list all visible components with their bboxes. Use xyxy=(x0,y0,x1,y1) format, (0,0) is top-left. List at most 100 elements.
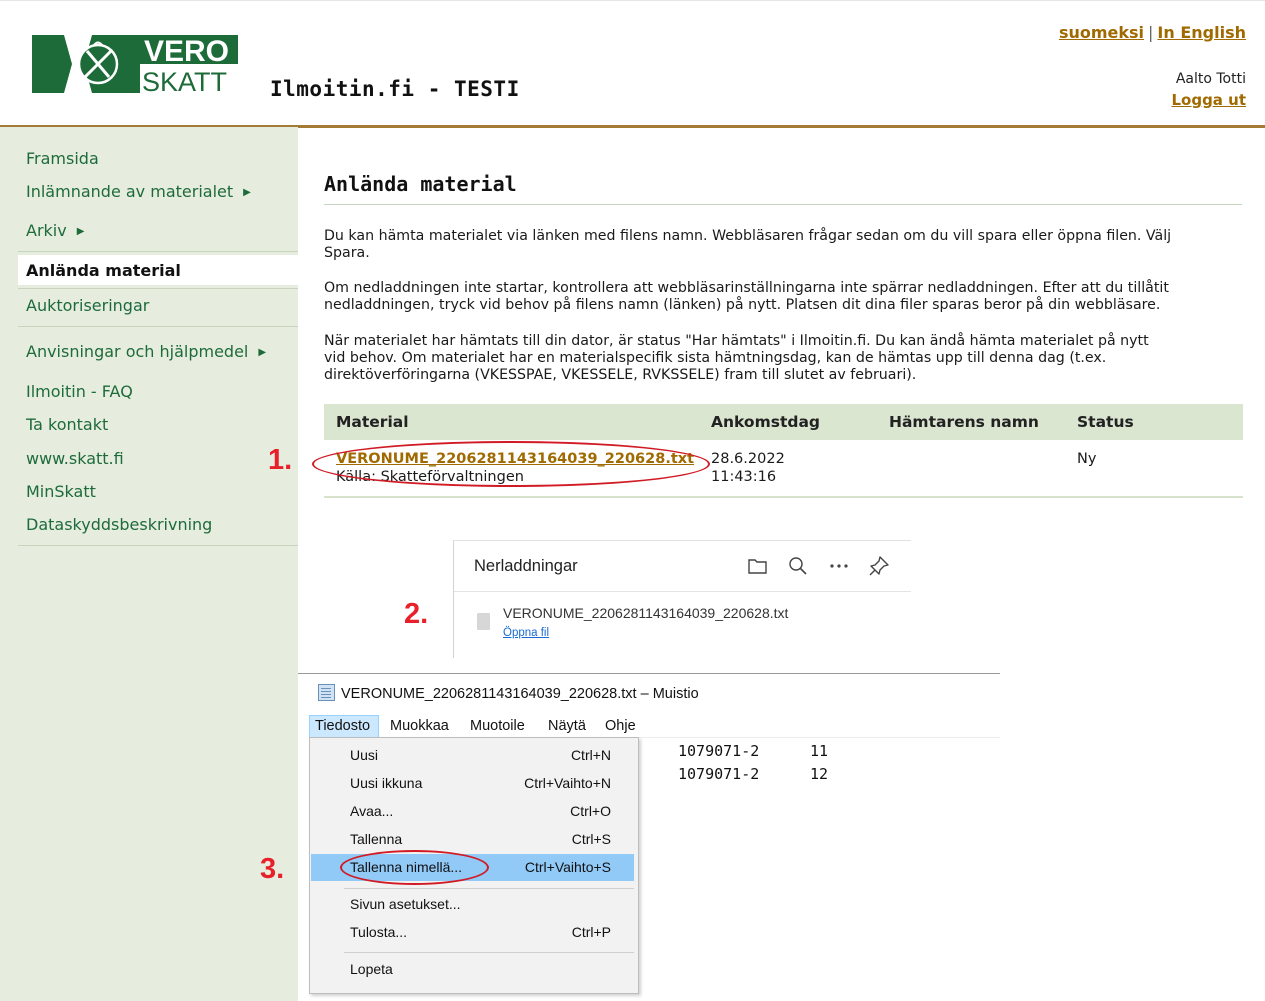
sidebar-item-label: Dataskyddsbeskrivning xyxy=(26,515,213,534)
paragraph-line: När materialet har hämtats till din dato… xyxy=(324,333,1149,349)
sidebar-item-framsida[interactable]: Framsida xyxy=(26,149,99,168)
more-icon[interactable] xyxy=(826,553,852,579)
shortcut-label: Ctrl+P xyxy=(571,924,611,940)
sidebar-item-minskatt[interactable]: MinSkatt xyxy=(26,482,96,501)
menu-item-lopeta[interactable]: Lopeta xyxy=(350,961,393,977)
folder-icon[interactable] xyxy=(745,553,771,579)
paragraph-line: Du kan hämta materialet via länken med f… xyxy=(324,228,1172,244)
search-icon[interactable] xyxy=(785,553,811,579)
svg-text:VERO: VERO xyxy=(144,35,229,68)
column-header-status: Status xyxy=(1077,413,1134,431)
paragraph-line: Spara. xyxy=(324,245,370,261)
column-header-material: Material xyxy=(336,413,409,431)
menu-separator xyxy=(344,952,634,953)
menu-item-tulosta[interactable]: Tulosta... xyxy=(350,924,407,940)
downloads-divider xyxy=(454,591,911,592)
notepad-window-border xyxy=(298,673,1000,674)
language-switch: suomeksi | In English xyxy=(1059,23,1246,42)
content-id: 1079071-2 xyxy=(678,742,760,760)
table-bottom-rule xyxy=(324,496,1243,498)
user-name: Aalto Totti xyxy=(1175,71,1246,87)
sidebar-item-label: www.skatt.fi xyxy=(26,449,124,468)
page-title: Anlända material xyxy=(324,172,517,196)
menu-muokkaa[interactable]: Muokkaa xyxy=(390,718,449,734)
sidebar-item-anlanda-material[interactable]: Anlända material xyxy=(26,261,181,280)
menu-ohje[interactable]: Ohje xyxy=(605,718,636,734)
sidebar-item-auktoriseringar[interactable]: Auktoriseringar xyxy=(26,296,149,315)
column-header-ankomstdag: Ankomstdag xyxy=(711,413,821,431)
lang-finnish-link[interactable]: suomeksi xyxy=(1059,23,1144,42)
paragraph-line: nedladdningen, tryck vid behov på filens… xyxy=(324,297,1161,313)
menu-item-tallenna-nimella[interactable]: Tallenna nimellä... xyxy=(350,859,462,875)
menu-item-avaa[interactable]: Avaa... xyxy=(350,803,393,819)
logout-link[interactable]: Logga ut xyxy=(1171,91,1246,109)
arrival-date: 28.6.2022 xyxy=(711,451,785,467)
sidebar-item-faq[interactable]: Ilmoitin - FAQ xyxy=(26,382,133,401)
sidebar-item-dataskydd[interactable]: Dataskyddsbeskrivning xyxy=(26,515,212,534)
pin-icon[interactable] xyxy=(866,553,892,579)
status-value: Ny xyxy=(1077,451,1097,467)
sidebar-item-label: Arkiv xyxy=(26,221,67,240)
menu-item-uusi[interactable]: Uusi xyxy=(350,747,378,763)
sidebar-divider xyxy=(18,288,298,289)
site-header: VERO SKATT Ilmoitin.fi - TESTI suomeksi |… xyxy=(0,0,1265,128)
downloaded-file-name[interactable]: VERONUME_2206281143164039_220628.txt xyxy=(503,605,788,621)
triangle-right-icon: ▶ xyxy=(258,347,267,358)
file-icon xyxy=(477,613,490,630)
downloads-title: Nerladdningar xyxy=(474,557,578,575)
notepad-icon xyxy=(318,684,335,701)
instruction-paragraph-1: Du kan hämta materialet via länken med f… xyxy=(324,228,1242,262)
notepad-window-title: VERONUME_2206281143164039_220628.txt – M… xyxy=(341,686,699,702)
sidebar-item-inlamnande[interactable]: Inlämnande av materialet ▶ xyxy=(26,182,251,201)
sidebar-item-label: Inlämnande av materialet xyxy=(26,182,234,201)
sidebar-item-label: Ta kontakt xyxy=(26,415,109,434)
instruction-paragraph-2: Om nedladdningen inte startar, kontrolle… xyxy=(324,280,1242,314)
paragraph-line: direktöverföringarna (VKESSPAE, VKESSELE… xyxy=(324,367,917,383)
open-file-link[interactable]: Öppna fil xyxy=(503,627,549,639)
material-file-link[interactable]: VERONUME_2206281143164039_220628.txt xyxy=(336,451,694,467)
step-label-2: 2. xyxy=(404,598,429,630)
sidebar-item-label: MinSkatt xyxy=(26,482,96,501)
svg-text:SKATT: SKATT xyxy=(142,67,227,97)
sidebar-divider xyxy=(18,545,298,546)
sidebar-item-label: Anvisningar och hjälpmedel xyxy=(26,342,249,361)
menu-nayta[interactable]: Näytä xyxy=(548,718,586,734)
material-source: Källa: Skatteförvaltningen xyxy=(336,469,524,485)
logout-link-wrap: Logga ut xyxy=(1171,91,1246,109)
triangle-right-icon: ▶ xyxy=(76,226,85,237)
step-label-3: 3. xyxy=(260,853,285,885)
vero-skatt-logo[interactable]: VERO SKATT xyxy=(32,31,238,97)
content-id: 1079071-2 xyxy=(678,765,760,783)
paragraph-line: vid behov. Om materialet har en material… xyxy=(324,350,1107,366)
paragraph-line: Om nedladdningen inte startar, kontrolle… xyxy=(324,280,1169,296)
triangle-right-icon: ▶ xyxy=(243,187,251,198)
shortcut-label: Ctrl+O xyxy=(570,803,611,819)
menu-item-sivun-asetukset[interactable]: Sivun asetukset... xyxy=(350,896,461,912)
menu-muotoile[interactable]: Muotoile xyxy=(470,718,525,734)
instruction-paragraph-3: När materialet har hämtats till din dato… xyxy=(324,333,1242,384)
lang-english-link[interactable]: In English xyxy=(1157,23,1246,42)
site-title: Ilmoitin.fi - TESTI xyxy=(270,77,520,101)
sidebar-item-label: Ilmoitin - FAQ xyxy=(26,382,133,401)
sidebar-divider xyxy=(18,326,298,327)
sidebar-divider xyxy=(18,251,298,252)
shortcut-label: Ctrl+Vaihto+S xyxy=(524,859,611,875)
title-divider xyxy=(324,204,1242,205)
sidebar-item-anvisningar[interactable]: Anvisningar och hjälpmedel ▶ xyxy=(26,342,266,361)
menu-item-tallenna[interactable]: Tallenna xyxy=(350,831,402,847)
sidebar-item-arkiv[interactable]: Arkiv ▶ xyxy=(26,221,84,240)
sidebar-item-label: Auktoriseringar xyxy=(26,296,150,315)
notepad-content-border xyxy=(638,737,1000,738)
lang-separator: | xyxy=(1148,23,1154,42)
sidebar-item-ta-kontakt[interactable]: Ta kontakt xyxy=(26,415,108,434)
menu-separator xyxy=(344,888,634,889)
shortcut-label: Ctrl+S xyxy=(571,831,611,847)
column-header-hamtarens-namn: Hämtarens namn xyxy=(889,413,1039,431)
shortcut-label: Ctrl+N xyxy=(570,747,611,763)
step-label-1: 1. xyxy=(268,444,293,476)
menu-tiedosto[interactable]: Tiedosto xyxy=(315,718,370,734)
menu-item-uusi-ikkuna[interactable]: Uusi ikkuna xyxy=(350,775,422,791)
sidebar-item-label: Framsida xyxy=(26,149,99,168)
arrival-time: 11:43:16 xyxy=(711,469,777,485)
sidebar-item-skatt-fi[interactable]: www.skatt.fi xyxy=(26,449,124,468)
